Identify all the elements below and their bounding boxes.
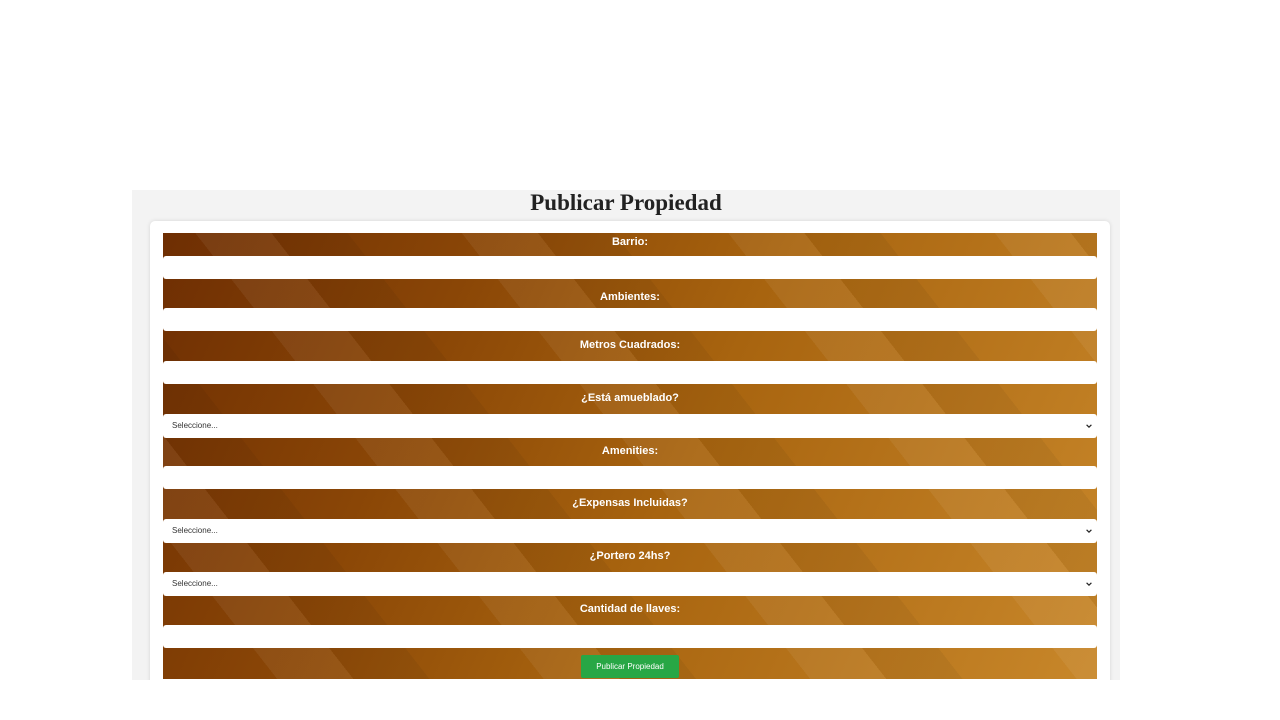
amueblado-select[interactable]: Seleccione... [163, 414, 1097, 438]
field-ambientes: Ambientes: [163, 285, 1097, 331]
field-amueblado: ¿Está amueblado? Seleccione... [163, 384, 1097, 438]
barrio-label: Barrio: [611, 236, 649, 248]
amenities-input[interactable] [163, 466, 1097, 489]
form-card: Barrio: Ambientes: Metros Cuadrados: ¿Es… [150, 221, 1110, 680]
amueblado-select-value: Seleccione... [172, 421, 218, 430]
expensas-label: ¿Expensas Incluidas? [572, 497, 688, 509]
field-metros-cuadrados: Metros Cuadrados: [163, 331, 1097, 384]
amenities-label: Amenities: [601, 445, 659, 457]
ambientes-label: Ambientes: [600, 291, 660, 303]
chevron-down-icon [1086, 424, 1092, 429]
ambientes-input[interactable] [163, 308, 1097, 331]
page-panel: Publicar Propiedad Barrio: Ambientes: Me… [132, 190, 1120, 680]
property-form: Barrio: Ambientes: Metros Cuadrados: ¿Es… [163, 233, 1097, 679]
field-llaves: Cantidad de llaves: [163, 596, 1097, 648]
field-portero: ¿Portero 24hs? Seleccione... [163, 543, 1097, 596]
metros-cuadrados-input[interactable] [163, 361, 1097, 384]
amueblado-label: ¿Está amueblado? [581, 392, 679, 404]
llaves-label: Cantidad de llaves: [579, 603, 681, 615]
submit-row: Publicar Propiedad [163, 649, 1097, 679]
field-amenities: Amenities: [163, 437, 1097, 489]
expensas-select-value: Seleccione... [172, 526, 218, 535]
page-title: Publicar Propiedad [530, 190, 722, 215]
publish-button[interactable]: Publicar Propiedad [581, 655, 679, 678]
expensas-select[interactable]: Seleccione... [163, 519, 1097, 543]
metros-cuadrados-label: Metros Cuadrados: [579, 339, 681, 351]
portero-label: ¿Portero 24hs? [589, 550, 671, 562]
field-barrio: Barrio: [163, 233, 1097, 279]
barrio-input[interactable] [163, 256, 1097, 279]
chevron-down-icon [1086, 529, 1092, 534]
llaves-input[interactable] [163, 625, 1097, 648]
chevron-down-icon [1086, 582, 1092, 587]
portero-select-value: Seleccione... [172, 579, 218, 588]
field-expensas: ¿Expensas Incluidas? Seleccione... [163, 490, 1097, 543]
portero-select[interactable]: Seleccione... [163, 572, 1097, 596]
